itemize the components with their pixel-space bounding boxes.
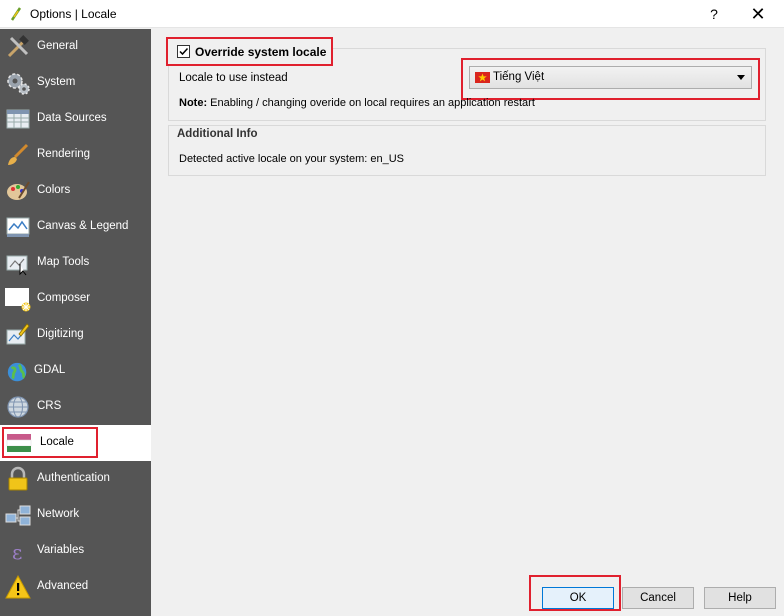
locale-combo-highlight-box: Tiếng Việt: [461, 58, 760, 100]
warning-icon: [5, 574, 31, 599]
sidebar-item-colors[interactable]: Colors: [0, 173, 151, 209]
ok-button[interactable]: OK: [542, 587, 614, 609]
locale-highlight-box: [2, 427, 98, 458]
sidebar-item-canvas-legend[interactable]: Canvas & Legend: [0, 209, 151, 245]
locale-panel: Override system locale Locale to use ins…: [152, 29, 784, 616]
sidebar-item-map-tools[interactable]: Map Tools: [0, 245, 151, 281]
padlock-icon: [8, 466, 28, 491]
network-icon: [5, 505, 31, 526]
sidebar-item-label: Data Sources: [37, 112, 107, 124]
sidebar-item-label: Map Tools: [37, 256, 90, 268]
window-title: Options | Locale: [30, 7, 117, 21]
options-sidebar: General System Data Sources Rendering Co…: [0, 29, 151, 616]
tools-icon: [7, 35, 29, 58]
additional-info-group: Additional Info Detected active locale o…: [168, 125, 766, 176]
cancel-button[interactable]: Cancel: [622, 587, 694, 609]
sidebar-item-label: Digitizing: [37, 328, 84, 340]
override-checkbox[interactable]: [177, 45, 190, 58]
checkmark-icon: [179, 47, 189, 56]
help-title-button[interactable]: ?: [700, 2, 728, 26]
additional-info-title: Additional Info: [177, 128, 258, 140]
sidebar-item-label: GDAL: [34, 364, 66, 376]
sidebar-item-label: Network: [37, 508, 80, 520]
title-bar: Options | Locale ? ✕: [0, 0, 784, 28]
note-label: Note:: [179, 97, 208, 109]
table-icon: [6, 109, 30, 129]
qgis-logo-icon: [10, 7, 22, 21]
sidebar-item-digitizing[interactable]: Digitizing: [0, 317, 151, 353]
sidebar-item-data-sources[interactable]: Data Sources: [0, 101, 151, 137]
sidebar-item-label: Authentication: [37, 472, 110, 484]
sidebar-item-label: CRS: [37, 400, 62, 412]
map-tools-icon: [6, 255, 28, 276]
override-system-locale-label[interactable]: Override system locale: [195, 45, 326, 59]
sidebar-item-gdal[interactable]: GDAL: [0, 353, 151, 389]
sidebar-item-network[interactable]: Network: [0, 497, 151, 533]
locale-to-use-label: Locale to use instead: [179, 72, 288, 84]
sidebar-item-label: System: [37, 76, 76, 88]
canvas-icon: [6, 217, 30, 237]
globe-icon: [7, 362, 27, 382]
sidebar-item-crs[interactable]: CRS: [0, 389, 151, 425]
detected-locale-text: Detected active locale on your system: e…: [179, 153, 405, 165]
sidebar-item-label: Advanced: [37, 580, 89, 592]
sidebar-item-variables[interactable]: ε Variables: [0, 533, 151, 569]
vietnam-flag-icon: [475, 72, 490, 83]
sidebar-item-rendering[interactable]: Rendering: [0, 137, 151, 173]
sidebar-item-label: Rendering: [37, 148, 91, 160]
close-window-button[interactable]: ✕: [744, 2, 772, 26]
composer-icon: [5, 288, 31, 312]
epsilon-icon: ε: [12, 540, 22, 564]
override-highlight-box: Override system locale: [166, 37, 333, 66]
brush-icon: [8, 143, 29, 165]
digitizing-icon: [6, 323, 30, 345]
locale-select[interactable]: Tiếng Việt: [469, 66, 752, 89]
svg-text:ε: ε: [12, 540, 22, 564]
sidebar-item-label: Composer: [37, 292, 91, 304]
selected-locale-value: Tiếng Việt: [493, 71, 545, 83]
chevron-down-icon: [737, 75, 745, 80]
gears-icon: [7, 73, 30, 95]
sidebar-item-locale[interactable]: Locale: [0, 425, 151, 461]
sidebar-item-label: Variables: [37, 544, 85, 556]
sidebar-item-general[interactable]: General: [0, 29, 151, 65]
sidebar-item-label: Colors: [37, 184, 71, 196]
sidebar-item-advanced[interactable]: Advanced: [0, 569, 151, 605]
help-button[interactable]: Help: [704, 587, 776, 609]
sidebar-item-authentication[interactable]: Authentication: [0, 461, 151, 497]
sidebar-item-label: Canvas & Legend: [37, 220, 129, 232]
sidebar-item-composer[interactable]: Composer: [0, 281, 151, 317]
restart-note: Note: Enabling / changing overide on loc…: [179, 97, 535, 109]
crs-globe-icon: [7, 396, 29, 418]
palette-icon: [7, 181, 30, 200]
override-locale-group: Override system locale Locale to use ins…: [166, 37, 766, 121]
sidebar-item-label: General: [37, 40, 78, 52]
note-text: Enabling / changing overide on local req…: [207, 97, 535, 109]
sidebar-item-system[interactable]: System: [0, 65, 151, 101]
